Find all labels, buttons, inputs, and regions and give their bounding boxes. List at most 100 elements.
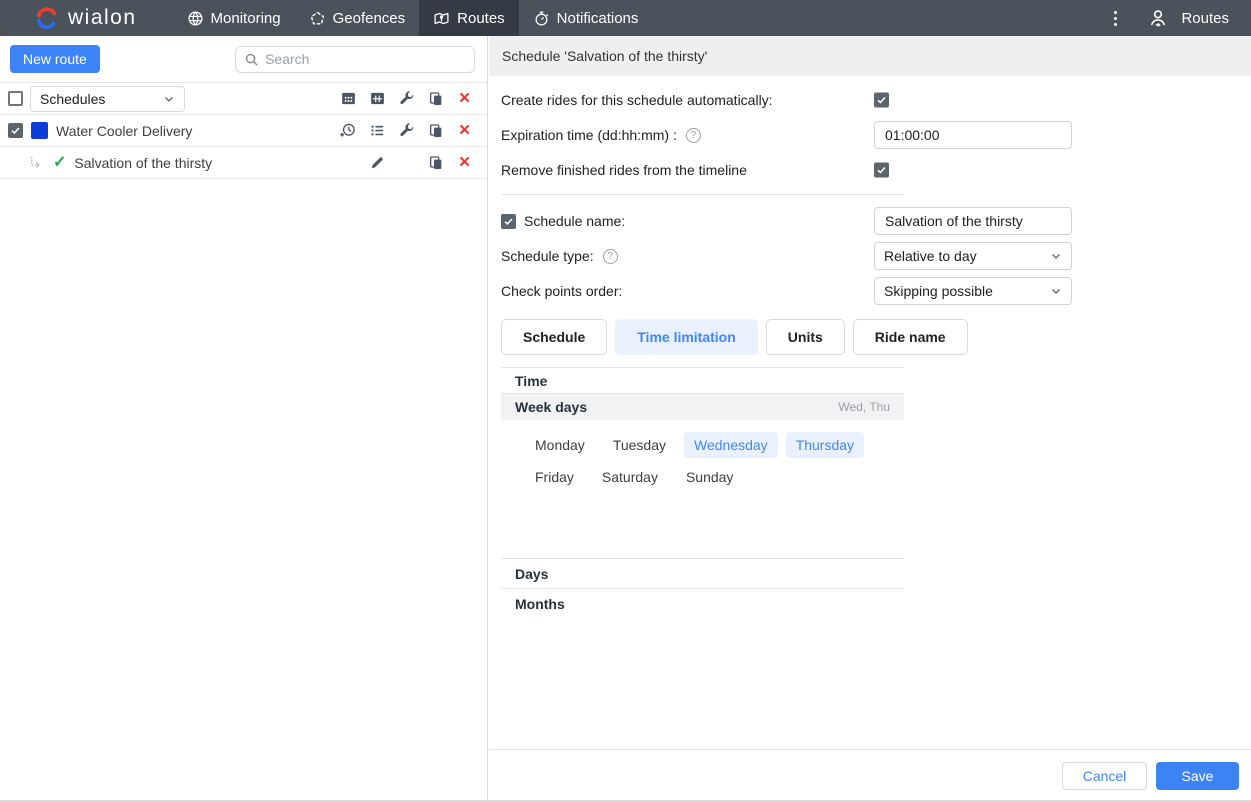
schedule-name-input[interactable] <box>874 207 1072 235</box>
copy-icon[interactable] <box>425 88 447 110</box>
route-name: Water Cooler Delivery <box>56 122 193 139</box>
expiration-row: Expiration time (dd:hh:mm) : <box>501 121 1239 149</box>
tab-units[interactable]: Units <box>765 319 845 355</box>
edit-pencil-icon[interactable] <box>367 152 389 174</box>
app-window: wialon Monitoring Geofences Routes Notif… <box>0 0 1251 802</box>
save-button[interactable]: Save <box>1156 762 1239 790</box>
geofence-polygon-icon <box>309 10 326 27</box>
section-months[interactable]: Months <box>501 588 904 618</box>
panel-title: Schedule 'Salvation of the thirsty' <box>489 36 1251 76</box>
route-row-water-cooler-delivery[interactable]: Water Cooler Delivery × <box>0 115 487 147</box>
schedules-toolbar-icons: × <box>334 88 479 110</box>
tab-schedule[interactable]: Schedule <box>501 319 608 355</box>
schedule-form: Create rides for this schedule automatic… <box>489 76 1251 749</box>
schedule-active-check-icon: ✓ <box>53 153 67 171</box>
section-time-label: Time <box>515 372 548 389</box>
nav-tab-geofences[interactable]: Geofences <box>295 0 420 36</box>
schedule-type-row: Schedule type: Relative to day <box>501 242 1239 270</box>
main-nav-tabs: Monitoring Geofences Routes Notification… <box>173 0 653 36</box>
brand-name: wialon <box>68 6 137 29</box>
group-type-select[interactable]: Schedules <box>30 85 185 112</box>
schedule-row-salvation-of-the-thirsty[interactable]: ✓ Salvation of the thirsty × <box>0 147 487 179</box>
remove-finished-row: Remove finished rides from the timeline <box>501 156 1239 184</box>
nav-tab-notifications[interactable]: Notifications <box>519 0 653 36</box>
new-route-button[interactable]: New route <box>10 45 100 73</box>
auto-create-checkbox[interactable] <box>874 92 889 108</box>
group-type-value: Schedules <box>40 90 106 107</box>
auto-create-label: Create rides for this schedule automatic… <box>501 92 773 108</box>
nav-tab-label: Monitoring <box>210 9 281 27</box>
top-navigation-bar: wialon Monitoring Geofences Routes Notif… <box>0 0 1251 36</box>
tab-time-limitation[interactable]: Time limitation <box>615 319 758 355</box>
expiration-input[interactable] <box>874 121 1072 149</box>
search-box[interactable] <box>235 45 475 73</box>
chip-wednesday[interactable]: Wednesday <box>684 432 778 458</box>
delete-icon[interactable]: × <box>459 89 470 108</box>
checkpoints-order-value: Skipping possible <box>884 283 993 299</box>
route-map-icon <box>433 10 450 27</box>
user-menu[interactable]: Routes <box>1147 7 1229 29</box>
section-time[interactable]: Time <box>501 367 904 393</box>
schedule-type-value: Relative to day <box>884 248 977 264</box>
wrench-icon[interactable] <box>396 88 418 110</box>
route-color-swatch <box>31 122 48 139</box>
chip-saturday[interactable]: Saturday <box>592 464 668 490</box>
chip-thursday[interactable]: Thursday <box>785 432 865 458</box>
copy-icon[interactable] <box>425 120 447 142</box>
search-icon <box>244 52 259 67</box>
schedules-header-row: Schedules × <box>0 83 487 115</box>
interval-grid-icon[interactable] <box>338 88 360 110</box>
schedule-name: Salvation of the thirsty <box>74 154 213 171</box>
route-checkbox[interactable] <box>8 123 23 138</box>
interval-table-icon[interactable] <box>367 88 389 110</box>
globe-icon <box>187 10 204 27</box>
route-row-icons: × <box>334 120 479 142</box>
wialon-logo-icon <box>34 6 59 31</box>
more-options-kebab-icon[interactable] <box>1108 7 1123 30</box>
nav-tab-routes[interactable]: Routes <box>419 0 519 36</box>
chip-monday[interactable]: Monday <box>525 432 595 458</box>
section-months-label: Months <box>515 595 565 612</box>
section-week-days[interactable]: Week days Wed, Thu <box>501 393 904 420</box>
chip-friday[interactable]: Friday <box>525 464 584 490</box>
tab-ride-name[interactable]: Ride name <box>852 319 968 355</box>
schedule-type-select[interactable]: Relative to day <box>874 242 1072 270</box>
list-icon[interactable] <box>367 120 389 142</box>
chevron-down-icon <box>1050 285 1062 297</box>
nav-tab-label: Routes <box>457 9 505 27</box>
search-input[interactable] <box>265 51 466 67</box>
panel-footer: Cancel Save <box>489 749 1251 802</box>
delete-icon[interactable]: × <box>459 121 470 140</box>
nav-tab-monitoring[interactable]: Monitoring <box>173 0 295 36</box>
schedule-type-label: Schedule type: <box>501 248 594 264</box>
select-all-checkbox[interactable] <box>8 91 23 106</box>
help-icon[interactable] <box>685 127 701 143</box>
history-add-icon[interactable] <box>338 120 360 142</box>
form-divider <box>501 194 904 195</box>
help-icon[interactable] <box>602 248 618 264</box>
stopwatch-icon <box>533 10 550 27</box>
expiration-label: Expiration time (dd:hh:mm) : <box>501 127 677 143</box>
checkpoints-order-label: Check points order: <box>501 283 623 299</box>
editor-tabs: Schedule Time limitation Units Ride name <box>501 319 1239 355</box>
section-week-days-label: Week days <box>515 399 588 415</box>
chip-sunday[interactable]: Sunday <box>676 464 743 490</box>
sidebar-toolbar: New route <box>0 36 487 83</box>
week-days-chips: Monday Tuesday Wednesday Thursday Friday… <box>501 420 904 558</box>
checkpoints-order-select[interactable]: Skipping possible <box>874 277 1072 305</box>
delete-icon[interactable]: × <box>459 153 470 172</box>
routes-sidebar: New route Schedules <box>0 36 488 802</box>
wrench-icon[interactable] <box>396 120 418 142</box>
copy-icon[interactable] <box>425 152 447 174</box>
cancel-button[interactable]: Cancel <box>1062 762 1147 790</box>
section-days[interactable]: Days <box>501 558 904 588</box>
auto-create-row: Create rides for this schedule automatic… <box>501 86 1239 114</box>
topbar-right-group: Routes <box>1108 7 1251 30</box>
remove-finished-checkbox[interactable] <box>874 162 889 178</box>
user-menu-label: Routes <box>1181 9 1229 27</box>
nav-tab-label: Notifications <box>556 9 639 27</box>
remove-finished-label: Remove finished rides from the timeline <box>501 162 747 178</box>
chip-tuesday[interactable]: Tuesday <box>603 432 676 458</box>
schedule-name-checkbox[interactable] <box>501 213 516 229</box>
user-icon <box>1147 7 1169 29</box>
